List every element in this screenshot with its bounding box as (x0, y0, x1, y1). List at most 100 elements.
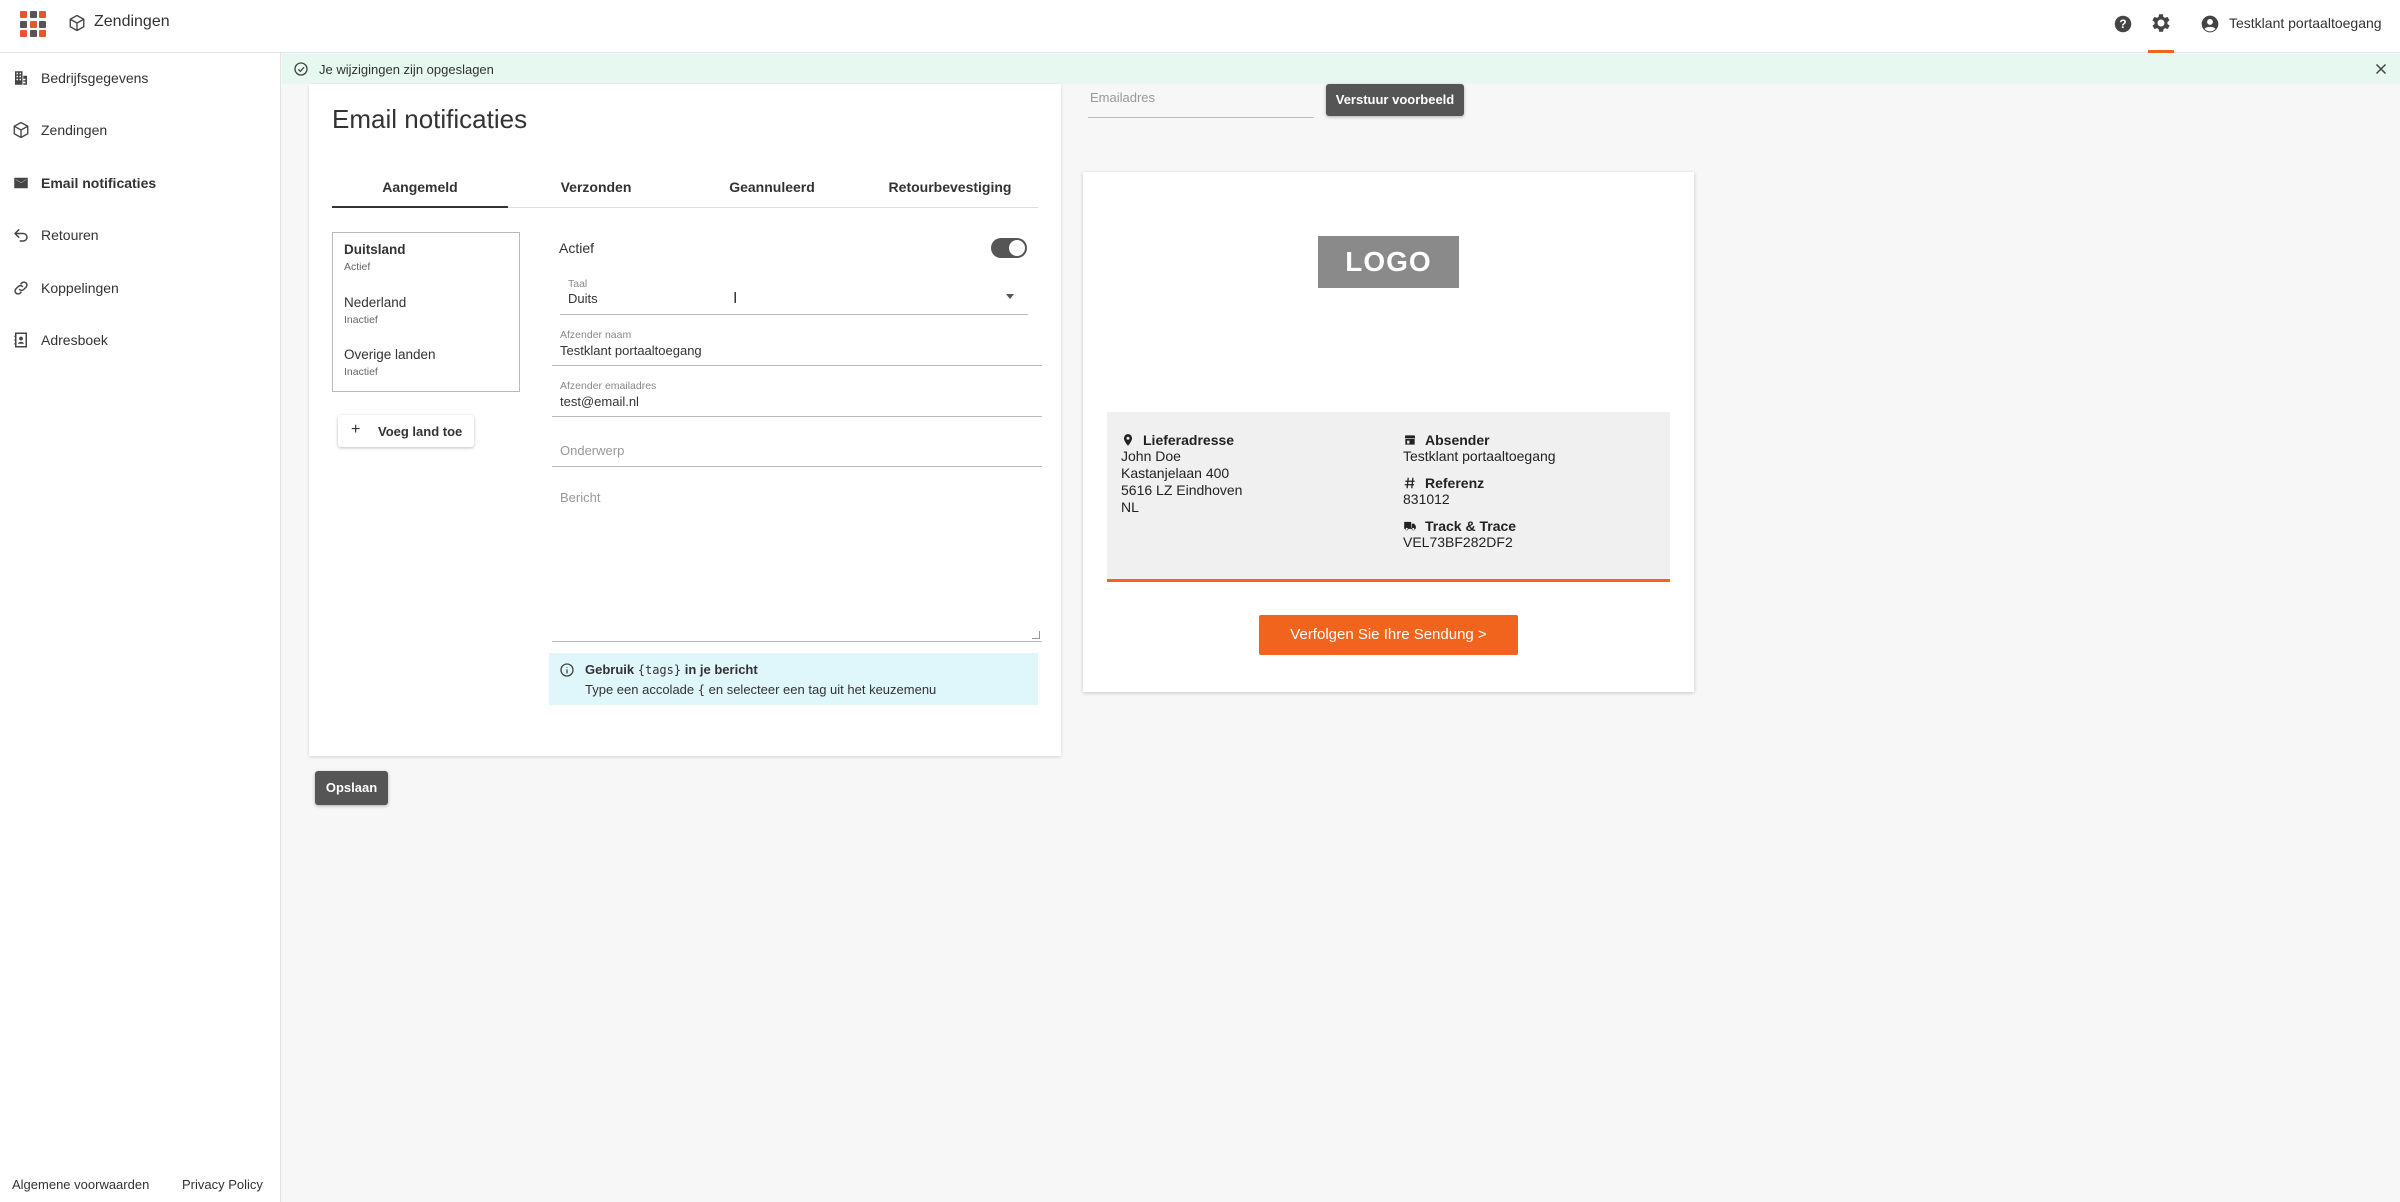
sidebar-item-zendingen[interactable]: Zendingen (0, 110, 280, 150)
store-icon (1404, 435, 1416, 445)
sidebar-item-label: Zendingen (41, 122, 108, 138)
sender-section: Absender Testklant portaaltoegang (1403, 432, 1556, 465)
message-textarea[interactable]: Bericht (552, 482, 1042, 642)
sender-email-label: Afzender emailadres (560, 380, 657, 392)
info-text: Gebruik (585, 662, 635, 677)
undo-icon (14, 229, 28, 242)
address-line: Kastanjelaan 400 (1121, 465, 1230, 481)
toggle-knob (1009, 240, 1025, 256)
info-text: in je bericht (684, 662, 758, 677)
sender-email-field[interactable]: Afzender emailadres test@email.nl (552, 375, 1042, 417)
sidebar-item-label: Adresboek (41, 332, 108, 348)
gear-icon[interactable] (2149, 11, 2173, 35)
info-line-2: Type een accolade { en selecteer een tag… (585, 682, 936, 697)
account-circle-icon[interactable] (2200, 14, 2220, 34)
link-icon (14, 281, 28, 295)
country-state: Inactief (344, 314, 378, 326)
chevron-down-icon (1006, 294, 1014, 299)
info-text: en selecteer een tag uit het keuzemenu (708, 682, 937, 697)
logo-placeholder: LOGO (1318, 236, 1459, 288)
sidebar-item-koppelingen[interactable]: Koppelingen (0, 268, 280, 308)
active-label: Actief (559, 240, 595, 256)
add-country-button[interactable]: + Voeg land toe (338, 415, 474, 447)
page-title: Email notificaties (332, 104, 528, 134)
app-grid-icon[interactable] (20, 11, 46, 37)
sender-value: Testklant portaaltoegang (1403, 448, 1556, 464)
text-cursor-icon: I (733, 290, 738, 307)
package-icon (69, 14, 85, 32)
tracking-section: Track & Trace VEL73BF282DF2 (1403, 518, 1516, 551)
tab-aangemeld[interactable]: Aangemeld (332, 172, 508, 208)
truck-icon (1404, 521, 1416, 531)
resize-handle[interactable] (1032, 631, 1040, 639)
save-button[interactable]: Opslaan (315, 771, 388, 805)
sidebar-item-email-notificaties[interactable]: Email notificaties (0, 163, 280, 203)
location-pin-icon (1123, 434, 1133, 446)
email-notification-card: Email notificaties Aangemeld Verzonden G… (309, 84, 1061, 756)
language-label: Taal (568, 278, 588, 290)
hash-icon (1404, 477, 1415, 489)
country-item-overige-landen[interactable]: Overige landen Inactief (344, 347, 436, 378)
tab-verzonden[interactable]: Verzonden (508, 172, 684, 208)
add-country-label: Voeg land toe (378, 424, 463, 439)
privacy-link[interactable]: Privacy Policy (182, 1177, 263, 1192)
preview-email-input[interactable]: Emailadres (1088, 84, 1314, 118)
svg-text:?: ? (2119, 17, 2126, 31)
check-circle-icon (294, 62, 308, 76)
email-placeholder: Emailadres (1090, 90, 1156, 105)
sidebar-item-label: Bedrijfsgegevens (41, 70, 149, 86)
close-icon[interactable] (2372, 60, 2390, 78)
sidebar-item-retouren[interactable]: Retouren (0, 215, 280, 255)
sidebar-item-label: Email notificaties (41, 175, 157, 191)
shipment-info-panel: Lieferadresse John Doe Kastanjelaan 400 … (1107, 412, 1670, 582)
user-name[interactable]: Testklant portaaltoegang (2229, 15, 2382, 31)
terms-link[interactable]: Algemene voorwaarden (12, 1177, 149, 1192)
sidebar-item-bedrijfsgegevens[interactable]: Bedrijfsgegevens (0, 58, 280, 98)
language-value: Duits (568, 291, 598, 306)
info-icon (560, 663, 574, 677)
country-state: Actief (344, 261, 371, 273)
sidebar: Bedrijfsgegevens Zendingen Email notific… (0, 53, 281, 1202)
message-placeholder: Bericht (560, 490, 601, 505)
help-circle-icon[interactable]: ? (2112, 13, 2134, 35)
delivery-title: Lieferadresse (1143, 432, 1235, 448)
address-line: 5616 LZ Eindhoven (1121, 482, 1243, 498)
info-text: Type een accolade (585, 682, 695, 697)
sender-name-label: Afzender naam (560, 329, 632, 341)
mail-icon (14, 177, 28, 189)
info-code: { (697, 683, 705, 697)
tab-retourbevestiging[interactable]: Retourbevestiging (862, 172, 1038, 208)
country-item-nederland[interactable]: Nederland Inactief (344, 295, 406, 326)
country-state: Inactief (344, 366, 378, 378)
settings-tab[interactable] (2148, 0, 2174, 53)
tracking-value: VEL73BF282DF2 (1403, 534, 1513, 550)
top-bar: Zendingen ? Testklant portaaltoegang (0, 0, 2400, 53)
sidebar-item-adresboek[interactable]: Adresboek (0, 320, 280, 360)
subject-placeholder: Onderwerp (560, 443, 625, 458)
reference-section: Referenz 831012 (1403, 475, 1484, 508)
language-select[interactable]: Taal Duits (560, 272, 1028, 315)
active-tab-indicator (2148, 50, 2174, 53)
subject-field[interactable]: Onderwerp (552, 427, 1042, 467)
reference-value: 831012 (1403, 491, 1450, 507)
delivery-address-section: Lieferadresse John Doe Kastanjelaan 400 … (1121, 432, 1242, 516)
sidebar-item-label: Koppelingen (41, 280, 119, 296)
active-toggle[interactable] (991, 238, 1027, 258)
country-name: Overige landen (344, 347, 436, 362)
send-preview-button[interactable]: Verstuur voorbeeld (1326, 84, 1464, 116)
address-line: NL (1121, 499, 1139, 515)
tab-geannuleerd[interactable]: Geannuleerd (684, 172, 860, 208)
country-list: Duitsland Actief Nederland Inactief Over… (332, 232, 520, 392)
country-name: Nederland (344, 295, 407, 310)
notification-tabs: Aangemeld Verzonden Geannuleerd Retourbe… (332, 172, 1038, 208)
package-icon (13, 121, 29, 139)
sender-name-field[interactable]: Afzender naam Testklant portaaltoegang (552, 324, 1042, 366)
track-shipment-button[interactable]: Verfolgen Sie Ihre Sendung > (1259, 615, 1518, 655)
contacts-icon (14, 332, 27, 348)
reference-title: Referenz (1425, 475, 1485, 491)
country-item-duitsland[interactable]: Duitsland Actief (344, 242, 406, 273)
info-code: {tags} (637, 663, 682, 677)
save-notification: Je wijzigingen zijn opgeslagen (282, 54, 2400, 84)
tracking-title: Track & Trace (1425, 518, 1517, 534)
tags-info-box: Gebruik {tags} in je bericht Type een ac… (549, 653, 1038, 705)
